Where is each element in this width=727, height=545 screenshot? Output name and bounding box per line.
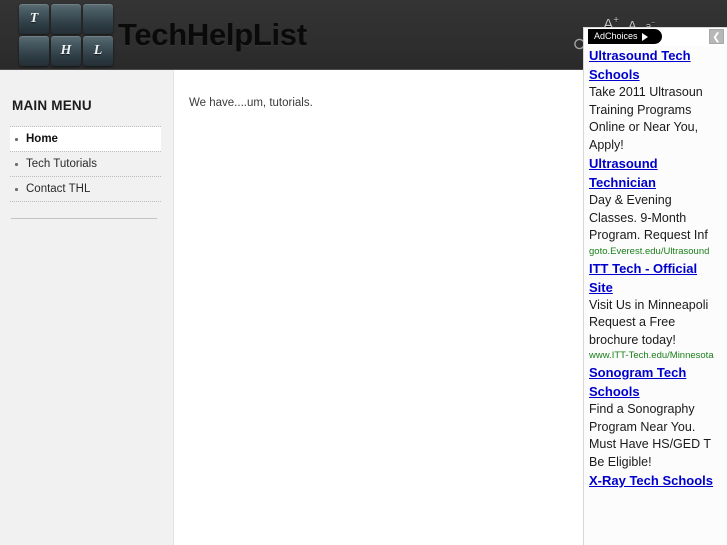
ad-title-link[interactable]: Technician [589,173,727,192]
ad-body-line: Visit Us in Minneapoli [589,297,709,312]
ad-panel: AdChoices ❮ Ultrasound Tech Schools Take 2… [583,27,727,545]
logo-tile-blank-1 [51,4,81,34]
increase-font-size-sup: + [613,15,619,26]
ad-body-line: Take 2011 Ultrasoun [589,85,703,99]
sidebar-item-contact-thl[interactable]: Contact THL [10,177,161,201]
ad-body-line: Classes. 9-Month [589,210,687,225]
ad-body-line: Training Programs [589,102,692,117]
logo-tile-letter: T [29,11,39,26]
ad-item: Ultrasound Technician Day & Evening Classes… [589,154,727,259]
adchoices-label: AdChoices [594,31,638,41]
ad-title-link[interactable]: Sonogram Tech [589,363,727,382]
chevron-left-icon[interactable]: ❮ [709,29,724,44]
ad-body-line: Program Near You. [589,419,696,434]
ad-body-line: Find a Sonography [589,402,695,416]
sidebar-title: MAIN MENU [12,98,92,113]
page-root: THL TechHelpList A+Aa− MAIN MENU HomeTec… [0,0,727,545]
content-paragraph: We have....um, tutorials. [189,97,313,109]
ad-display-url: goto.Everest.edu/Ultrasound [589,245,710,257]
ad-item: X-Ray Tech Schools [589,471,727,490]
ad-body-line: Day & Evening [589,193,672,207]
decrease-font-size-sup: − [651,19,655,27]
ad-body-line: brochure today! [589,332,676,347]
ad-body-line: Program. Request Inf [589,228,708,242]
sidebar-item[interactable]: Home [10,127,161,152]
sidebar-item[interactable]: Contact THL [10,177,161,202]
adchoices-badge[interactable]: AdChoices [588,29,662,44]
sidebar-menu: Home Tech Tutorials Contact THL [10,126,161,202]
logo-tile-l: L [83,36,113,66]
logo-tile-letter: H [60,43,72,58]
ad-display-url: www.ITT-Tech.edu/Minnesota [589,350,714,361]
main-content: We have....um, tutorials. [175,70,583,545]
ad-title-link[interactable]: ITT Tech - Official [589,259,727,278]
ad-title-link[interactable]: X-Ray Tech Schools [589,471,727,490]
logo-tile-grid: T H L [19,4,115,66]
ad-item: ITT Tech - Official Site Visit Us in Minne… [589,259,727,364]
ad-body-line: Be Eligible! [589,454,652,469]
ad-body-line: Request a Free [589,315,676,329]
logo-tile-h: H [51,36,81,66]
ad-title-link[interactable]: Schools [589,382,727,401]
site-title: TechHelpList [118,17,307,52]
ad-title-link[interactable]: Schools [589,65,727,84]
ad-item: Sonogram Tech Schools Find a Sonography Pro… [589,363,727,471]
ad-body-line: Apply! [589,137,624,152]
logo-tile-blank-3 [19,36,49,66]
logo-tile-letter: L [93,43,103,58]
ad-body-line: Online or Near You, [589,120,699,134]
ad-item: Ultrasound Tech Schools Take 2011 Ultrasou… [589,46,727,154]
ad-panel-header: AdChoices ❮ [584,28,727,46]
sidebar-divider [11,218,157,219]
logo-tile-blank-2 [83,4,113,34]
ad-title-link[interactable]: Ultrasound Tech [589,46,727,65]
ad-title-link[interactable]: Ultrasound [589,154,727,173]
ad-list: Ultrasound Tech Schools Take 2011 Ultrasou… [584,46,727,490]
sidebar: MAIN MENU Home Tech Tutorials Contact THL [0,70,174,545]
sidebar-item[interactable]: Tech Tutorials [10,152,161,177]
ad-body-line: Must Have HS/GED T [589,437,712,451]
logo-tile-t: T [19,4,49,34]
sidebar-item-home[interactable]: Home [10,127,161,151]
ad-title-link[interactable]: Site [589,278,727,297]
triangle-play-icon [641,32,648,41]
sidebar-item-tech-tutorials[interactable]: Tech Tutorials [10,152,161,176]
